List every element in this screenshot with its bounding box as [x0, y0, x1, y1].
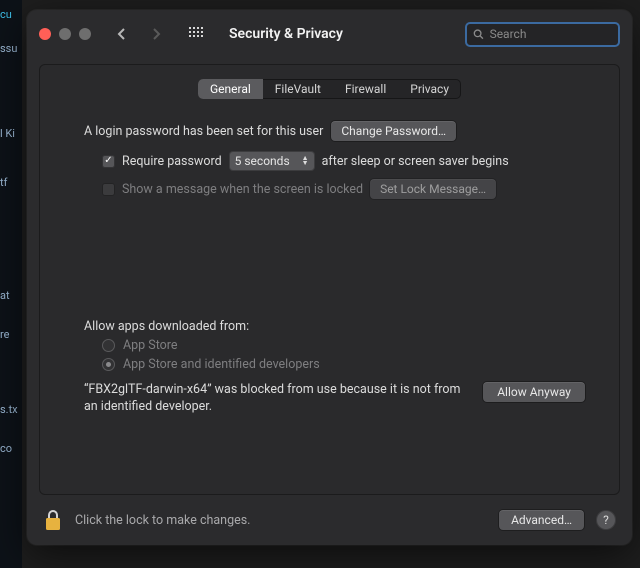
background-app-strip: cu ssu l Ki tf at re s.tx co [0, 0, 22, 568]
help-button[interactable]: ? [596, 510, 616, 530]
show-lock-message-checkbox[interactable] [102, 183, 115, 196]
updown-icon: ▲▼ [302, 156, 309, 166]
lock-button[interactable] [43, 508, 63, 532]
close-button[interactable] [39, 28, 51, 40]
forward-button[interactable] [143, 21, 169, 47]
toolbar: Security & Privacy [27, 10, 632, 58]
show-lock-message-label: Show a message when the screen is locked [122, 182, 363, 197]
tab-filevault[interactable]: FileVault [263, 79, 333, 99]
tab-privacy[interactable]: Privacy [398, 79, 461, 99]
system-preferences-window: Security & Privacy General FileVault Fir… [27, 10, 632, 545]
radio-app-store-label: App Store [123, 338, 178, 353]
allow-anyway-button[interactable]: Allow Anyway [483, 382, 585, 402]
login-password-text: A login password has been set for this u… [84, 124, 323, 139]
grid-icon [189, 27, 203, 41]
set-lock-message-button[interactable]: Set Lock Message… [370, 179, 496, 199]
back-button[interactable] [109, 21, 135, 47]
blocked-app-message: “FBX2glTF-darwin-x64” was blocked from u… [84, 382, 469, 416]
search-field[interactable] [465, 22, 620, 47]
radio-app-store-identified-label: App Store and identified developers [123, 357, 320, 372]
general-tab-content: A login password has been set for this u… [40, 99, 619, 207]
content-panel: General FileVault Firewall Privacy A log… [39, 64, 620, 495]
maximize-button[interactable] [79, 28, 91, 40]
pane-title: Security & Privacy [229, 26, 343, 42]
traffic-lights [39, 28, 91, 40]
minimize-button[interactable] [59, 28, 71, 40]
search-icon [473, 28, 484, 40]
radio-app-store[interactable] [102, 339, 115, 352]
chevron-right-icon [150, 28, 162, 40]
show-all-button[interactable] [181, 21, 211, 47]
chevron-left-icon [116, 28, 128, 40]
require-password-suffix: after sleep or screen saver begins [322, 154, 509, 169]
tab-firewall[interactable]: Firewall [333, 79, 398, 99]
require-password-checkbox[interactable]: ✓ [102, 155, 115, 168]
lock-icon [43, 508, 63, 532]
allow-apps-section: Allow apps downloaded from: App Store Ap… [40, 319, 619, 416]
footer: Click the lock to make changes. Advanced… [27, 495, 632, 545]
change-password-button[interactable]: Change Password… [331, 121, 456, 141]
tab-general[interactable]: General [198, 79, 263, 99]
require-password-delay-value: 5 seconds [235, 154, 290, 168]
lock-text: Click the lock to make changes. [75, 513, 250, 528]
radio-app-store-identified[interactable] [102, 358, 115, 371]
require-password-delay-popup[interactable]: 5 seconds ▲▼ [229, 151, 315, 171]
require-password-label: Require password [122, 154, 222, 169]
search-input[interactable] [490, 27, 612, 41]
allow-apps-heading: Allow apps downloaded from: [84, 319, 585, 334]
advanced-button[interactable]: Advanced… [499, 510, 584, 530]
tabs: General FileVault Firewall Privacy [198, 79, 461, 99]
